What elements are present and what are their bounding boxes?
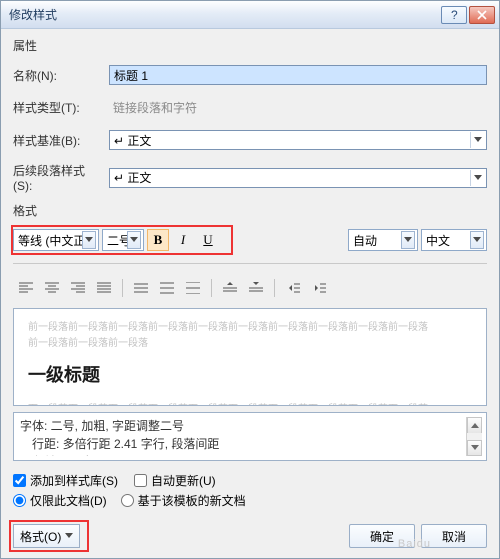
- format-toolbar: 等线 (中文正文) 二号 B I U 自动 中文: [13, 227, 487, 253]
- template-docs-radio[interactable]: [121, 494, 134, 507]
- auto-update-label: 自动更新(U): [151, 472, 216, 489]
- description-text: 字体: 二号, 加粗, 字距调整二号 行距: 多倍行距 2.41 字行, 段落间…: [20, 417, 466, 456]
- svg-text:?: ?: [451, 10, 458, 20]
- style-type-label: 样式类型(T):: [13, 99, 103, 116]
- font-color-select[interactable]: 自动: [348, 229, 418, 251]
- scroll-down-button[interactable]: [467, 440, 482, 456]
- name-input[interactable]: [109, 65, 487, 85]
- chevron-down-icon: [470, 170, 484, 186]
- italic-button[interactable]: I: [172, 229, 194, 251]
- help-button[interactable]: ?: [441, 6, 467, 24]
- chevron-down-icon: [82, 231, 96, 249]
- window-title: 修改样式: [9, 6, 441, 23]
- preview-dummy-text: 前一段落前一段落前一段落: [28, 337, 472, 351]
- indent-inc-button[interactable]: [308, 278, 330, 298]
- script-select[interactable]: 中文: [421, 229, 487, 251]
- ok-button[interactable]: 确定: [349, 524, 415, 548]
- space-before-dec-button[interactable]: [245, 278, 267, 298]
- auto-update-checkbox[interactable]: [134, 474, 147, 487]
- chevron-down-icon: [470, 132, 484, 148]
- scroll-up-button[interactable]: [467, 417, 482, 433]
- line-spacing-15-button[interactable]: [156, 278, 178, 298]
- dialog-content: 属性 名称(N): 样式类型(T): 链接段落和字符 样式基准(B): ↵ 正文…: [1, 29, 499, 558]
- this-doc-label: 仅限此文档(D): [30, 492, 107, 509]
- titlebar: 修改样式 ?: [1, 1, 499, 29]
- based-on-label: 样式基准(B):: [13, 132, 103, 149]
- template-docs-label: 基于该模板的新文档: [138, 492, 246, 509]
- align-justify-button[interactable]: [93, 278, 115, 298]
- preview-pane: 前一段落前一段落前一段落前一段落前一段落前一段落前一段落前一段落前一段落前一段落…: [13, 308, 487, 406]
- this-doc-radio[interactable]: [13, 494, 26, 507]
- line-spacing-2-button[interactable]: [182, 278, 204, 298]
- preview-dummy-text: 下一段落下一段落下一段落下一段落下一段落下一段落下一段落下一段落下一段落下一段落: [28, 403, 472, 406]
- close-button[interactable]: [469, 6, 495, 24]
- name-label: 名称(N):: [13, 67, 103, 84]
- scrollbar[interactable]: [466, 417, 482, 456]
- chevron-down-icon: [401, 231, 415, 249]
- format-dropdown-button[interactable]: 格式(O): [13, 524, 80, 548]
- bold-button[interactable]: B: [147, 229, 169, 251]
- preview-heading: 一级标题: [28, 361, 472, 387]
- paragraph-toolbar: [13, 274, 487, 302]
- space-before-inc-button[interactable]: [219, 278, 241, 298]
- preview-dummy-text: 前一段落前一段落前一段落前一段落前一段落前一段落前一段落前一段落前一段落前一段落: [28, 321, 472, 335]
- chevron-down-icon: [65, 533, 73, 539]
- modify-style-dialog: 修改样式 ? 属性 名称(N): 样式类型(T): 链接段落和字符 样式基准(B…: [0, 0, 500, 559]
- chevron-down-icon: [127, 231, 141, 249]
- indent-dec-button[interactable]: [282, 278, 304, 298]
- following-dropdown[interactable]: ↵ 正文: [109, 168, 487, 188]
- underline-button[interactable]: U: [197, 229, 219, 251]
- chevron-down-icon: [470, 231, 484, 249]
- scroll-track[interactable]: [467, 433, 482, 440]
- following-label: 后续段落样式(S):: [13, 162, 103, 193]
- align-left-button[interactable]: [15, 278, 37, 298]
- add-to-gallery-label: 添加到样式库(S): [30, 472, 118, 489]
- properties-label: 属性: [13, 37, 487, 54]
- description-box: 字体: 二号, 加粗, 字距调整二号 行距: 多倍行距 2.41 字行, 段落间…: [13, 412, 487, 461]
- font-size-select[interactable]: 二号: [102, 229, 144, 251]
- add-to-gallery-checkbox[interactable]: [13, 474, 26, 487]
- line-spacing-1-button[interactable]: [130, 278, 152, 298]
- cancel-button[interactable]: 取消: [421, 524, 487, 548]
- align-center-button[interactable]: [41, 278, 63, 298]
- align-right-button[interactable]: [67, 278, 89, 298]
- style-type-value: 链接段落和字符: [109, 97, 487, 118]
- separator: [13, 263, 487, 264]
- window-buttons: ?: [441, 6, 495, 24]
- based-on-dropdown[interactable]: ↵ 正文: [109, 130, 487, 150]
- font-select[interactable]: 等线 (中文正文): [13, 229, 99, 251]
- format-label: 格式: [13, 202, 487, 219]
